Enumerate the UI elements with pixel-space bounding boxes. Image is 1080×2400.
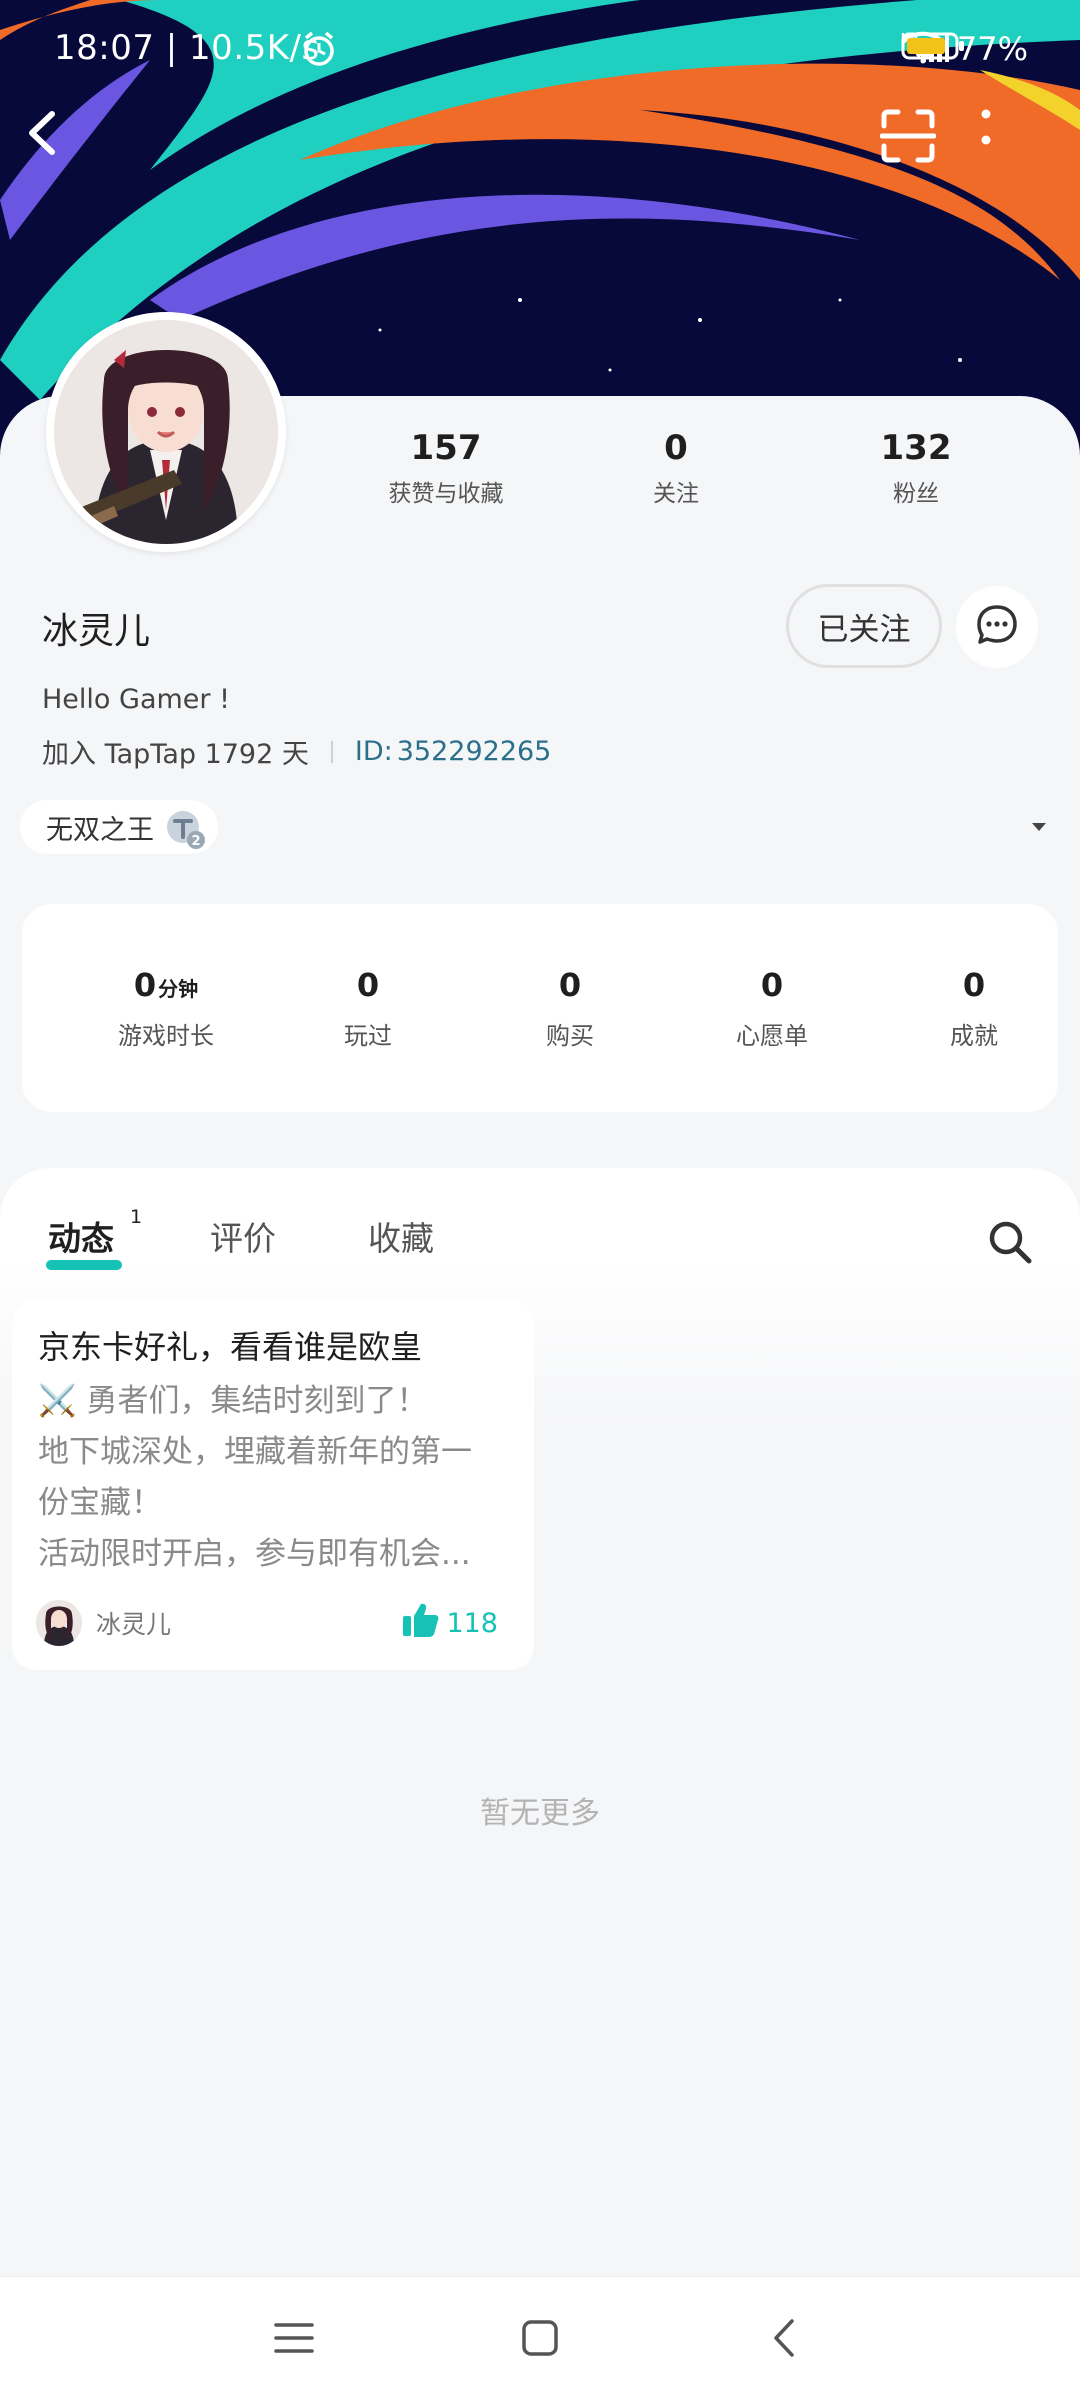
like-button[interactable]: 118 bbox=[402, 1602, 498, 1645]
follow-button[interactable]: 已关注 bbox=[786, 584, 942, 668]
system-nav-bar bbox=[0, 2276, 1080, 2400]
user-id[interactable]: 352292265 bbox=[397, 736, 552, 767]
title-badge[interactable]: 无双之王 2 bbox=[20, 800, 218, 854]
stat-purchased[interactable]: 0 购买 bbox=[470, 966, 670, 1051]
stat-wishlist[interactable]: 0 心愿单 bbox=[672, 966, 872, 1051]
stat-value: 0 bbox=[962, 966, 986, 1004]
stat-label: 购买 bbox=[546, 1022, 594, 1050]
caret-down-icon bbox=[1031, 818, 1047, 837]
count-value: 132 bbox=[880, 428, 952, 468]
nav-back-button[interactable] bbox=[744, 2305, 824, 2375]
status-time: 18:07 | 10.5K/s bbox=[54, 28, 320, 68]
author-avatar bbox=[36, 1600, 82, 1646]
count-value: 0 bbox=[664, 428, 688, 468]
expand-badges-button[interactable] bbox=[1024, 812, 1054, 842]
profile-screen: 18:07 | 10.5K/s HD HD 77% 157 获赞与收藏 0 关注… bbox=[0, 0, 1080, 2400]
post-body-line: 活动限时开启，参与即有机会... bbox=[38, 1536, 471, 1572]
followers-count[interactable]: 132 粉丝 bbox=[796, 428, 1036, 508]
profile-counts: 157 获赞与收藏 0 关注 132 粉丝 bbox=[330, 428, 1050, 518]
more-button[interactable] bbox=[976, 108, 1056, 188]
stat-unit: 分钟 bbox=[158, 977, 199, 1001]
post-body-line: 地下城深处，埋藏着新年的第一 bbox=[38, 1434, 472, 1470]
post-title: 京东卡好礼，看看谁是欧皇 bbox=[38, 1328, 423, 1366]
stat-label: 成就 bbox=[950, 1022, 998, 1050]
stat-played[interactable]: 0 玩过 bbox=[268, 966, 468, 1051]
home-square-icon bbox=[521, 2319, 559, 2361]
stat-label: 游戏时长 bbox=[118, 1022, 214, 1050]
like-count: 118 bbox=[446, 1608, 498, 1639]
game-stats-card: 0 分钟 游戏时长 0 玩过 0 购买 0 心愿单 0 成就 bbox=[22, 904, 1058, 1112]
following-count[interactable]: 0 关注 bbox=[556, 428, 796, 508]
menu-icon bbox=[274, 2321, 314, 2359]
bio-text: Hello Gamer ! bbox=[42, 684, 230, 715]
badge-label: 无双之王 bbox=[46, 814, 154, 846]
count-label: 粉丝 bbox=[893, 481, 939, 507]
joined-days: 加入 TapTap 1792 天 bbox=[42, 739, 309, 770]
no-more-text: 暂无更多 bbox=[480, 1796, 600, 1831]
badge-level: 2 bbox=[191, 834, 200, 849]
count-label: 关注 bbox=[653, 481, 699, 507]
nav-home-button[interactable] bbox=[500, 2305, 580, 2375]
stat-label: 心愿单 bbox=[736, 1022, 808, 1050]
tab-feed-count: 1 bbox=[130, 1206, 143, 1228]
username: 冰灵儿 bbox=[42, 611, 151, 652]
stat-value: 0 bbox=[356, 966, 380, 1004]
tab-label: 评价 bbox=[210, 1219, 276, 1258]
tab-indicator bbox=[46, 1260, 122, 1270]
tab-feed[interactable]: 动态 bbox=[48, 1212, 114, 1260]
status-icons: HD HD 77% bbox=[901, 30, 1028, 68]
scan-button[interactable] bbox=[880, 108, 960, 188]
count-label: 获赞与收藏 bbox=[388, 481, 504, 507]
stat-label: 玩过 bbox=[344, 1022, 392, 1050]
thumbs-up-icon bbox=[402, 1602, 440, 1645]
search-icon bbox=[986, 1218, 1034, 1270]
back-arrow-icon bbox=[770, 2317, 798, 2363]
status-bar: 18:07 | 10.5K/s HD HD 77% bbox=[0, 0, 1080, 100]
count-value: 157 bbox=[410, 428, 482, 468]
badge-row: 无双之王 2 bbox=[20, 800, 1060, 856]
post-body: ⚔️ 勇者们，集结时刻到了！ 地下城深处，埋藏着新年的第一 份宝藏！ 活动限时开… bbox=[38, 1376, 518, 1580]
profile-meta: 加入 TapTap 1792 天 ID: 352292265 bbox=[42, 732, 551, 771]
nav-menu-button[interactable] bbox=[254, 2305, 334, 2375]
post-author[interactable]: 冰灵儿 bbox=[36, 1600, 171, 1646]
battery-percent: 77% bbox=[956, 30, 1028, 68]
author-name: 冰灵儿 bbox=[96, 1610, 172, 1639]
post-body-line: 份宝藏！ bbox=[38, 1485, 162, 1521]
message-button[interactable] bbox=[956, 586, 1038, 668]
tab-favorites[interactable]: 收藏 bbox=[368, 1212, 434, 1260]
level-badge-icon: 2 bbox=[164, 808, 206, 850]
id-label: ID: bbox=[354, 736, 393, 767]
post-body-line: ⚔️ 勇者们，集结时刻到了！ bbox=[38, 1383, 428, 1419]
back-button[interactable] bbox=[22, 108, 102, 188]
stat-value: 0 bbox=[760, 966, 784, 1004]
likes-count[interactable]: 157 获赞与收藏 bbox=[326, 428, 566, 508]
avatar-image bbox=[54, 320, 278, 544]
stat-playtime[interactable]: 0 分钟 游戏时长 bbox=[66, 966, 266, 1051]
stat-value: 0 bbox=[558, 966, 582, 1004]
avatar[interactable] bbox=[46, 312, 286, 552]
divider bbox=[330, 740, 333, 763]
stat-achievements[interactable]: 0 成就 bbox=[874, 966, 1074, 1051]
search-button[interactable] bbox=[980, 1214, 1040, 1274]
tab-reviews[interactable]: 评价 bbox=[210, 1212, 276, 1260]
profile-tabs: 动态 1 评价 收藏 bbox=[0, 1200, 1080, 1290]
tab-label: 动态 bbox=[48, 1219, 114, 1258]
stat-value: 0 bbox=[133, 966, 157, 1004]
post-card[interactable]: 京东卡好礼，看看谁是欧皇 ⚔️ 勇者们，集结时刻到了！ 地下城深处，埋藏着新年的… bbox=[12, 1300, 534, 1670]
tab-label: 收藏 bbox=[368, 1219, 434, 1258]
chat-bubble-icon bbox=[975, 603, 1019, 651]
